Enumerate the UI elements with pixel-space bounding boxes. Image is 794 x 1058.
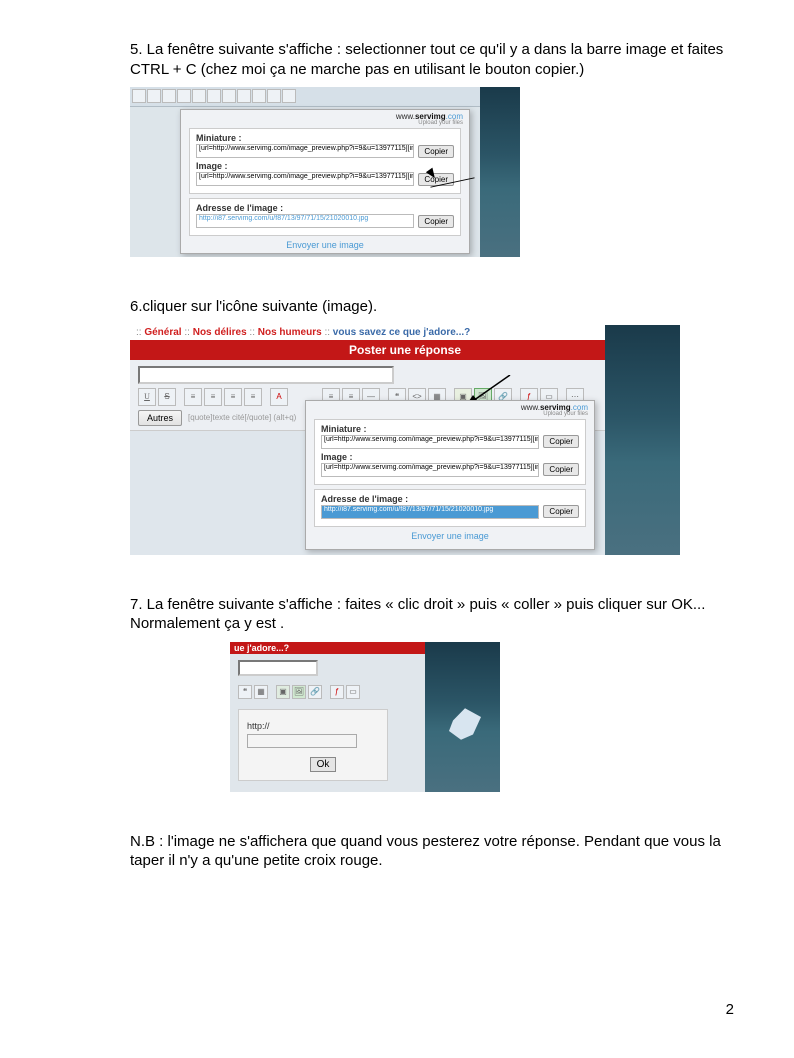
adresse-label: Adresse de l'image : — [196, 203, 454, 213]
servimg-popup: www.servimg.com Upload your files Miniat… — [305, 400, 595, 550]
toolbar-btn[interactable] — [252, 89, 266, 103]
servimg-popup: www.servimg.com Upload your files Miniat… — [180, 109, 470, 254]
table-icon[interactable]: ▦ — [254, 685, 268, 699]
figure-3: ue j'adore...? ❝ ▦ ▣ 🖼 🔗 ƒ ▭ h — [230, 642, 500, 792]
page-number: 2 — [726, 1001, 734, 1018]
step-7-text: 7. La fenêtre suivante s'affiche : faite… — [130, 595, 734, 634]
background-photo — [425, 642, 500, 792]
envoyer-link[interactable]: Envoyer une image — [181, 240, 469, 250]
step-6-text: 6.cliquer sur l'icône suivante (image). — [130, 297, 734, 317]
toolbar-btn[interactable] — [162, 89, 176, 103]
adresse-input-selected[interactable]: http://i87.servimg.com/u/f87/13/97/71/15… — [321, 505, 539, 519]
background-photo — [605, 325, 680, 555]
flash-icon[interactable]: ƒ — [330, 685, 344, 699]
toolbar-btn[interactable] — [177, 89, 191, 103]
step-5-text: 5. La fenêtre suivante s'affiche : selec… — [130, 40, 734, 79]
url-input[interactable] — [247, 734, 357, 748]
copier-button[interactable]: Copier — [543, 435, 579, 448]
subject-input[interactable] — [138, 366, 394, 384]
link-icon[interactable]: 🔗 — [308, 685, 322, 699]
figure-1: www.servimg.com Upload your files Miniat… — [130, 87, 520, 257]
video-icon[interactable]: ▭ — [346, 685, 360, 699]
image-label: Image : — [321, 452, 579, 462]
adresse-input[interactable]: http://i87.servimg.com/u/f87/13/97/71/15… — [196, 214, 414, 228]
toolbar-btn[interactable] — [147, 89, 161, 103]
toolbar-btn[interactable] — [267, 89, 281, 103]
image-input[interactable]: [url=http://www.servimg.com/image_previe… — [321, 463, 539, 477]
breadcrumb: :: Général :: Nos délires :: Nos humeurs… — [130, 325, 680, 340]
image-input[interactable]: [url=http://www.servimg.com/image_previe… — [196, 172, 414, 186]
autres-button[interactable]: Autres — [138, 410, 182, 426]
toolbar-btn[interactable] — [207, 89, 221, 103]
quote-hint: [quote]texte cité[/quote] (alt+q) — [188, 413, 296, 422]
servimg-logo: www.servimg.com Upload your files — [306, 401, 594, 417]
adresse-label: Adresse de l'image : — [321, 494, 579, 504]
background-photo — [480, 87, 520, 257]
ok-button[interactable]: Ok — [310, 757, 337, 772]
align-right-icon[interactable]: ≡ — [224, 388, 242, 406]
align-justify-icon[interactable]: ≡ — [244, 388, 262, 406]
toolbar-btn[interactable] — [282, 89, 296, 103]
servimg-logo: www.servimg.com Upload your files — [181, 110, 469, 126]
miniature-label: Miniature : — [196, 133, 454, 143]
copier-button[interactable]: Copier — [543, 463, 579, 476]
copier-button[interactable]: Copier — [418, 145, 454, 158]
editor-toolbar-fragment — [130, 87, 520, 107]
subject-input-fragment[interactable] — [238, 660, 318, 676]
host-image-icon[interactable]: ▣ — [276, 685, 290, 699]
miniature-label: Miniature : — [321, 424, 579, 434]
image-label: Image : — [196, 161, 454, 171]
toolbar-btn[interactable] — [192, 89, 206, 103]
quote-icon[interactable]: ❝ — [238, 685, 252, 699]
font-color-icon[interactable]: A — [270, 388, 288, 406]
http-label: http:// — [247, 721, 270, 731]
toolbar-btn[interactable] — [222, 89, 236, 103]
figure-2: :: Général :: Nos délires :: Nos humeurs… — [130, 325, 680, 555]
toolbar-btn[interactable] — [132, 89, 146, 103]
underline-icon[interactable]: U — [138, 388, 156, 406]
align-left-icon[interactable]: ≡ — [184, 388, 202, 406]
envoyer-link[interactable]: Envoyer une image — [306, 531, 594, 541]
align-center-icon[interactable]: ≡ — [204, 388, 222, 406]
copier-button[interactable]: Copier — [418, 215, 454, 228]
copier-button[interactable]: Copier — [543, 505, 579, 518]
bird-shape — [445, 707, 485, 742]
reply-banner: Poster une réponse — [130, 340, 680, 360]
nb-note: N.B : l'image ne s'affichera que quand v… — [130, 832, 734, 871]
miniature-input[interactable]: [url=http://www.servimg.com/image_previe… — [321, 435, 539, 449]
miniature-input[interactable]: [url=http://www.servimg.com/image_previe… — [196, 144, 414, 158]
insert-image-icon[interactable]: 🖼 — [292, 685, 306, 699]
strike-icon[interactable]: S — [158, 388, 176, 406]
toolbar-btn[interactable] — [237, 89, 251, 103]
